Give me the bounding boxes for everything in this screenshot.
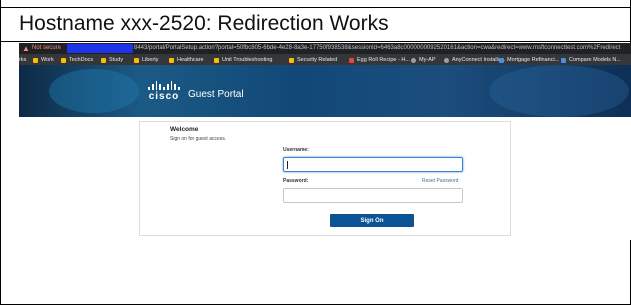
bookmark-label: Liberty — [142, 57, 159, 63]
sign-on-button[interactable]: Sign On — [330, 214, 414, 227]
banner-decoration — [49, 69, 139, 113]
document-heading-text: Hostname xxx-2520: Redirection Works — [19, 12, 389, 35]
cisco-wordmark: cisco — [148, 91, 180, 102]
folder-icon — [169, 57, 174, 63]
bookmark-label: AnyConnect Installa... — [452, 57, 506, 63]
bookmark-anyconnect[interactable]: AnyConnect Installa... — [444, 56, 506, 64]
security-label[interactable]: Not secure — [32, 45, 61, 51]
bookmark-label: Security Related — [297, 57, 338, 63]
bookmark-compare-models[interactable]: Compare Models N... — [561, 56, 621, 64]
bookmark-label: Unit Troubleshooting — [222, 57, 273, 63]
password-label: Password: — [283, 178, 309, 184]
bookmark-label: Healthcare — [177, 57, 204, 63]
bookmark-unit-troubleshooting[interactable]: Unit Troubleshooting — [214, 56, 272, 64]
bookmark-my-ap[interactable]: My-AP — [411, 56, 436, 64]
username-input[interactable] — [283, 157, 463, 172]
folder-icon — [289, 57, 294, 63]
bookmark-egg-roll[interactable]: Egg Roll Recipe - H... — [349, 56, 410, 64]
instructions-text: Sign on for guest access. — [170, 136, 227, 142]
bookmark-label: Mortgage Refinanci... — [507, 57, 560, 63]
folder-icon — [33, 57, 38, 63]
bookmark-label: Work — [41, 57, 54, 63]
text-cursor — [287, 161, 288, 169]
reset-password-link[interactable]: Reset Password — [422, 178, 458, 184]
address-bar[interactable]: ▲ Not secure 8443/portal/PortalSetup.act… — [19, 43, 631, 54]
welcome-heading: Welcome — [170, 126, 199, 133]
bookmark-label: My-AP — [419, 57, 436, 63]
bookmark-icon — [561, 57, 566, 63]
folder-icon — [61, 57, 66, 63]
bookmark-mortgage[interactable]: Mortgage Refinanci... — [499, 56, 559, 64]
bookmark-liberty[interactable]: Liberty — [134, 56, 159, 64]
url-text[interactable]: 8443/portal/PortalSetup.action?portal=50… — [134, 45, 620, 51]
cisco-bars-icon — [147, 81, 181, 90]
login-card: Welcome Sign on for guest access. Userna… — [139, 121, 511, 236]
bookmark-label: Study — [109, 57, 124, 63]
bookmark-label: Egg Roll Recipe - H... — [357, 57, 410, 63]
bookmark-label: TechDocs — [69, 57, 94, 63]
portal-banner: cisco Guest Portal — [19, 65, 631, 117]
bookmark-label: Compare Models N... — [569, 57, 621, 63]
banner-decoration — [489, 65, 629, 117]
password-input[interactable] — [283, 188, 463, 203]
bookmark-techdocs[interactable]: TechDocs — [61, 56, 93, 64]
bookmark-prefix[interactable]: rks — [19, 56, 26, 64]
document-heading: Hostname xxx-2520: Redirection Works — [0, 8, 631, 42]
bookmark-study[interactable]: Study — [101, 56, 123, 64]
username-label: Username: — [283, 147, 309, 153]
bookmark-security-related[interactable]: Security Related — [289, 56, 337, 64]
globe-icon — [444, 57, 449, 63]
folder-icon — [214, 57, 219, 63]
bookmarks-bar: rks Work TechDocs Study Liberty Healthca… — [19, 54, 631, 65]
folder-icon — [101, 57, 106, 63]
recipe-icon — [349, 57, 354, 63]
globe-icon — [411, 57, 416, 63]
folder-icon — [134, 57, 139, 63]
warning-icon: ▲ — [22, 44, 30, 53]
bookmark-icon — [499, 57, 504, 63]
browser-screenshot: ▲ Not secure 8443/portal/PortalSetup.act… — [19, 43, 631, 240]
url-redaction — [67, 44, 133, 53]
portal-title: Guest Portal — [188, 89, 244, 100]
bookmark-healthcare[interactable]: Healthcare — [169, 56, 204, 64]
cisco-logo: cisco — [147, 81, 181, 103]
bookmark-work[interactable]: Work — [33, 56, 54, 64]
